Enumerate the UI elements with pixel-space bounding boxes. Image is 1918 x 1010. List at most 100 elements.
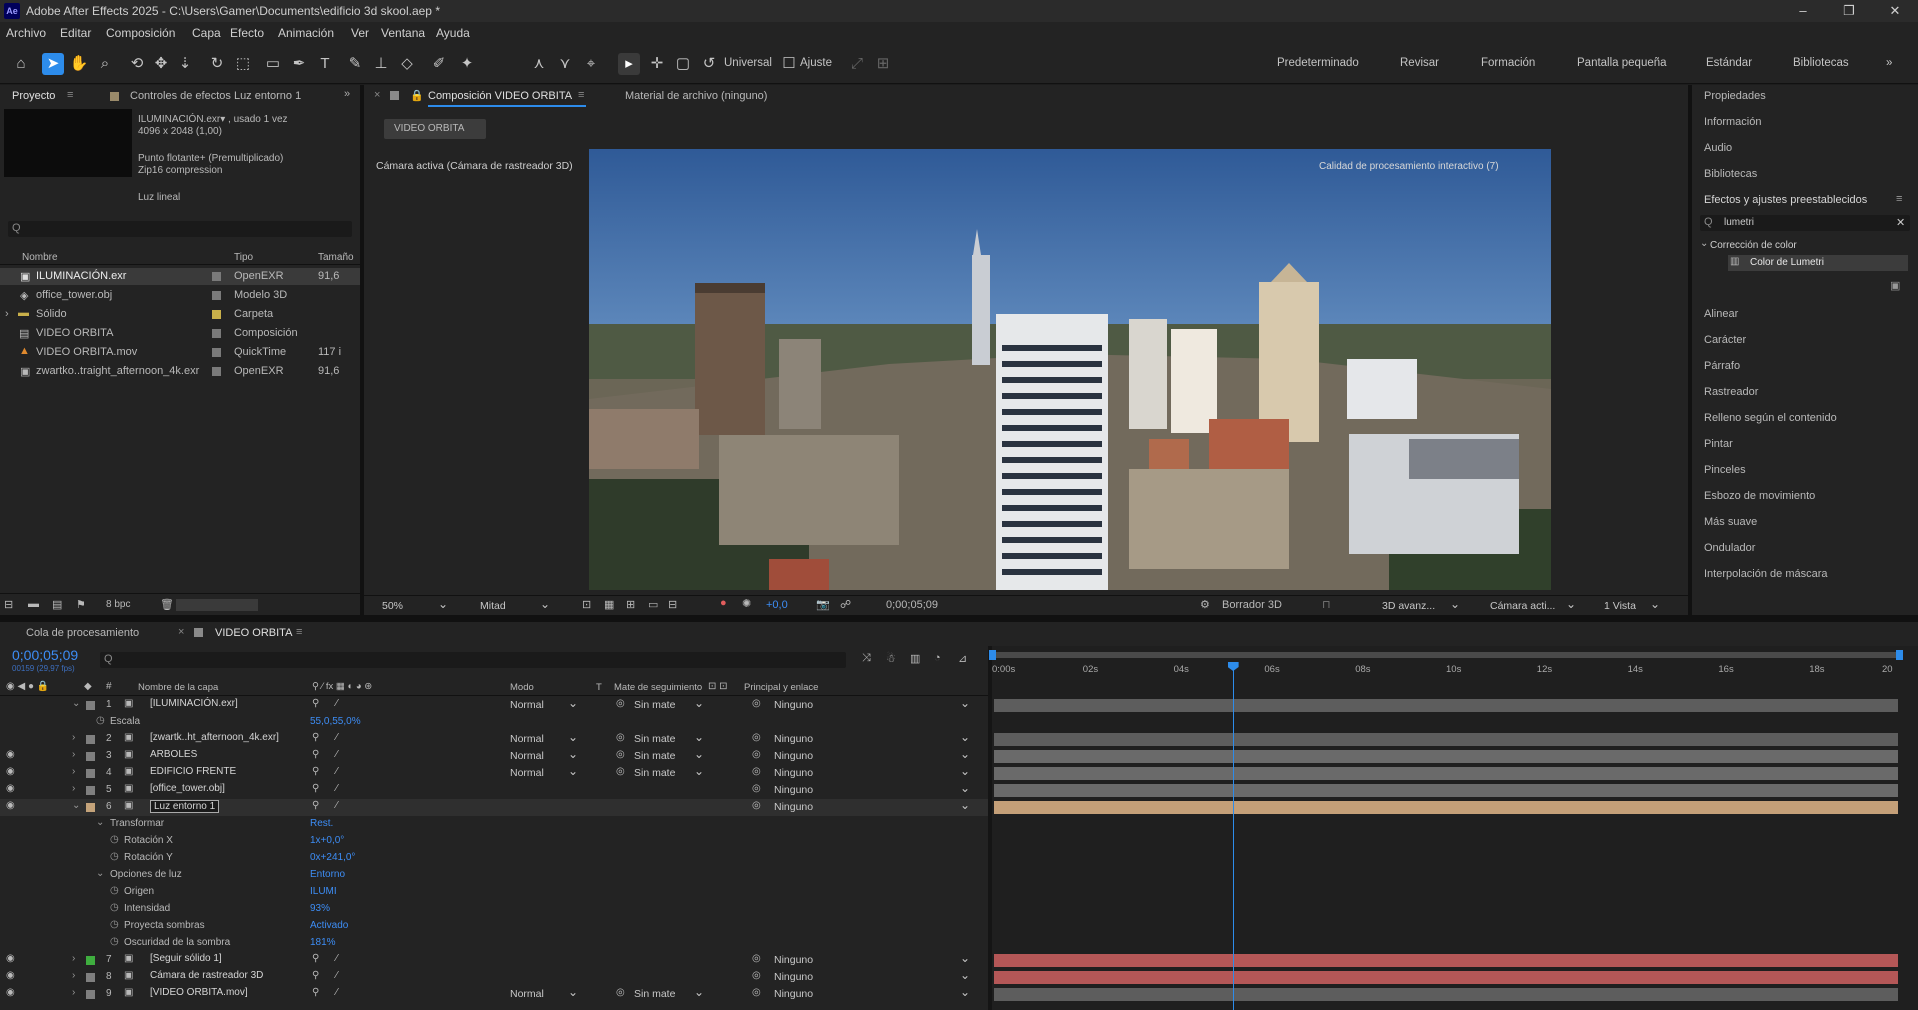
property-row[interactable]: ⌄ Transformar Rest. [0, 816, 988, 833]
panel-pinceles[interactable]: Pinceles [1704, 464, 1746, 476]
chevron-down-icon[interactable]: ⌄ [1700, 238, 1708, 249]
graph-editor-icon[interactable]: ⊿ [958, 652, 967, 665]
panel-rastreador[interactable]: Rastreador [1704, 386, 1758, 398]
chevron-down-icon[interactable]: ⌄ [72, 698, 80, 709]
quality-switch-icon[interactable]: ⁄ [336, 800, 338, 811]
parent-dropdown[interactable]: Ninguno [774, 968, 974, 983]
property-value[interactable]: Activado [310, 920, 348, 931]
property-row[interactable]: ◷ Rotación X 1x+0,0° [0, 833, 988, 850]
workspace-bibliotecas[interactable]: Bibliotecas [1793, 57, 1849, 69]
column-size[interactable]: Tamaño [318, 252, 354, 263]
zoom-dropdown[interactable]: 50% [382, 597, 452, 612]
eye-icon[interactable]: ◉ [6, 800, 15, 811]
column-layer-name[interactable]: Nombre de la capa [138, 682, 218, 693]
quality-switch-icon[interactable]: ⁄ [336, 732, 338, 743]
track-matte-pickwhip-icon[interactable]: ◎ [616, 987, 625, 998]
label-color-swatch[interactable] [212, 367, 221, 376]
column-track-matte[interactable]: Mate de seguimiento [614, 682, 702, 693]
dolly-tool-icon[interactable]: ⇣ [174, 53, 196, 75]
workspace-formacion[interactable]: Formación [1481, 57, 1535, 69]
guides-icon[interactable]: ⊟ [668, 598, 677, 611]
eye-icon[interactable]: ◉ [6, 987, 15, 998]
label-color-swatch[interactable] [86, 956, 95, 965]
new-folder-icon[interactable]: ▬ [28, 598, 39, 610]
mask-visibility-icon[interactable]: ⊞ [626, 598, 635, 611]
stopwatch-icon[interactable]: ◷ [110, 851, 119, 862]
chevron-right-icon[interactable]: › [72, 783, 75, 794]
pan-tool-icon[interactable]: ✥ [150, 53, 172, 75]
rotate-tool-icon[interactable]: ↻ [206, 53, 228, 75]
property-value[interactable]: 0x+241,0° [310, 852, 355, 863]
color-channels-icon[interactable]: ● [720, 597, 727, 609]
shy-switch-icon[interactable]: ⚲ [312, 698, 319, 709]
blend-mode-dropdown[interactable]: Normal [510, 764, 582, 779]
color-management-icon[interactable]: ✺ [742, 597, 751, 610]
layer-name[interactable]: EDIFICIO FRENTE [150, 766, 236, 777]
project-item[interactable]: ◈ office_tower.obj Modelo 3D [0, 287, 360, 304]
interpret-footage-icon[interactable]: ⊟ [4, 598, 13, 611]
comp-flowchart-icon[interactable]: ⤨ [862, 652, 871, 665]
parent-dropdown[interactable]: Ninguno [774, 951, 974, 966]
close-tab-icon[interactable]: × [374, 89, 380, 101]
quality-switch-icon[interactable]: ⁄ [336, 698, 338, 709]
label-color-swatch[interactable] [86, 803, 95, 812]
orbit-tool-icon[interactable]: ⟲ [126, 53, 148, 75]
stopwatch-icon[interactable]: ◷ [110, 936, 119, 947]
layer-row[interactable]: ⌄ 1 ▣ [ILUMINACIÓN.exr] ⚲ ⁄ Normal ◎ Sin mate ◎ Ni… [0, 696, 988, 714]
layer-name[interactable]: [Seguir sólido 1] [150, 953, 222, 964]
tab-composition[interactable]: Composición VIDEO ORBITA [428, 90, 572, 102]
layer-name[interactable]: [VIDEO ORBITA.mov] [150, 987, 248, 998]
layer-row[interactable]: ◉ › 5 ▣ [office_tower.obj] ⚲ ⁄ ◎ Ninguno [0, 781, 988, 799]
pointer-3d-icon[interactable]: ▸ [618, 53, 640, 75]
panel-bibliotecas[interactable]: Bibliotecas [1704, 168, 1757, 180]
label-color-swatch[interactable] [86, 752, 95, 761]
layer-name[interactable]: [ILUMINACIÓN.exr] [150, 698, 238, 709]
tab-menu-icon[interactable]: ≡ [296, 626, 302, 638]
stopwatch-icon[interactable]: ◷ [110, 902, 119, 913]
eye-icon[interactable]: ◉ [6, 749, 15, 760]
property-row[interactable]: ⌄ Opciones de luz Entorno [0, 867, 988, 884]
parent-pickwhip-icon[interactable]: ◎ [752, 732, 761, 743]
track-matte-pickwhip-icon[interactable]: ◎ [616, 698, 625, 709]
zoom-tool-icon[interactable]: ⌕ [94, 53, 116, 75]
property-row[interactable]: ◷ Proyecta sombras Activado [0, 918, 988, 935]
panel-menu-icon[interactable]: ≡ [1896, 193, 1902, 205]
menu-archivo[interactable]: Archivo [6, 26, 46, 40]
thumbnail-slider[interactable] [176, 599, 258, 611]
chevron-down-icon[interactable]: ⌄ [72, 800, 80, 811]
scale-3d-icon[interactable]: ▢ [672, 53, 694, 75]
property-value[interactable]: 93% [310, 903, 330, 914]
blend-mode-dropdown[interactable]: Normal [510, 985, 582, 1000]
project-item[interactable]: › ▬ Sólido Carpeta [0, 306, 360, 323]
parent-dropdown[interactable]: Ninguno [774, 730, 974, 745]
track-matte-pickwhip-icon[interactable]: ◎ [616, 732, 625, 743]
label-color-swatch[interactable] [212, 329, 221, 338]
tab-render-queue[interactable]: Cola de procesamiento [26, 627, 139, 639]
tab-proyecto[interactable]: Proyecto [12, 90, 55, 102]
layer-row[interactable]: › 2 ▣ [zwartk..ht_afternoon_4k.exr] ⚲ ⁄ Normal… [0, 730, 988, 748]
track-matte-dropdown[interactable]: Sin mate [634, 696, 708, 711]
layer-row[interactable]: ◉ › 3 ▣ ARBOLES ⚲ ⁄ Normal ◎ Sin mate ◎ Ninguno [0, 747, 988, 765]
label-color-swatch[interactable] [212, 348, 221, 357]
workspace-estandar[interactable]: Estándar [1706, 57, 1752, 69]
label-color-swatch[interactable] [212, 310, 221, 319]
layer-duration-bar[interactable] [994, 954, 1898, 967]
property-row[interactable]: ◷ Intensidad 93% [0, 901, 988, 918]
text-tool-icon[interactable]: T [314, 53, 336, 75]
project-item[interactable]: ▤ VIDEO ORBITA Composición [0, 325, 360, 342]
shy-switch-icon[interactable]: ⚲ [312, 970, 319, 981]
eye-icon[interactable]: ◉ [6, 970, 15, 981]
shy-layers-icon[interactable]: ☃ [886, 652, 896, 665]
effects-search-input[interactable]: Q lumetri ✕ [1700, 215, 1910, 231]
tab-timeline-comp[interactable]: VIDEO ORBITA [215, 627, 292, 639]
menu-animacion[interactable]: Animación [278, 26, 334, 40]
column-type[interactable]: Tipo [234, 252, 253, 263]
property-value[interactable]: ILUMI [310, 886, 337, 897]
quality-switch-icon[interactable]: ⁄ [336, 749, 338, 760]
grid-snap-icon[interactable]: ⊞ [872, 53, 894, 75]
menu-efecto[interactable]: Efecto [230, 26, 264, 40]
render-options-icon[interactable]: ⊓ [1322, 598, 1331, 611]
panel-propiedades[interactable]: Propiedades [1704, 90, 1766, 102]
frame-blending-icon[interactable]: ▥ [910, 652, 920, 665]
layer-row[interactable]: ◉ › 4 ▣ EDIFICIO FRENTE ⚲ ⁄ Normal ◎ Sin mate ◎ Nin… [0, 764, 988, 782]
